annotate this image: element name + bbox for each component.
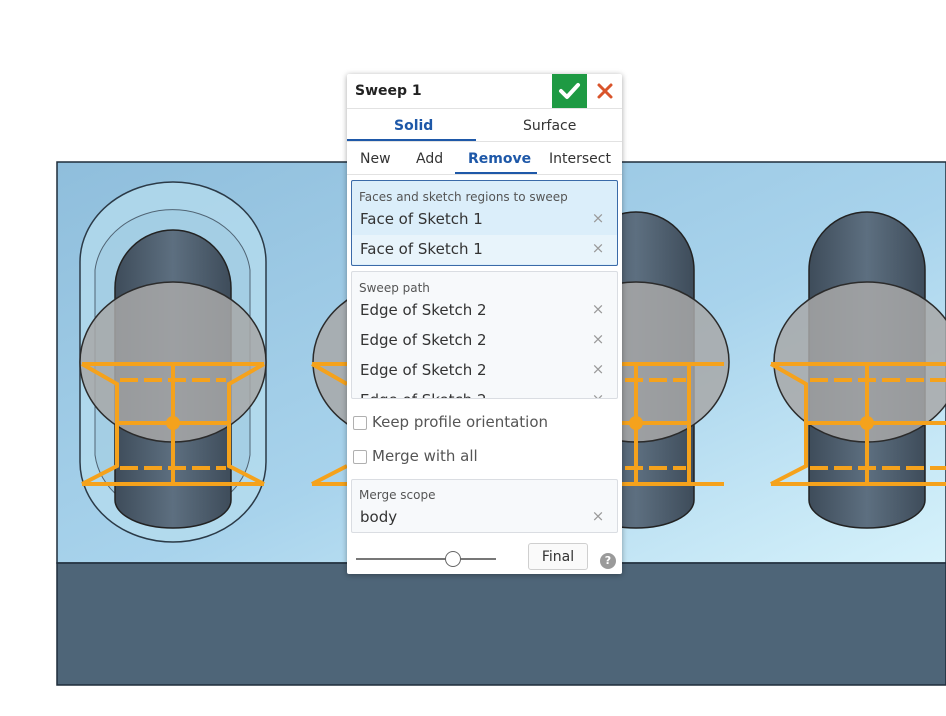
close-icon [597, 83, 613, 99]
tab-solid[interactable]: Solid [394, 118, 433, 134]
list-item[interactable]: Edge of Sketch 2 × [352, 386, 617, 398]
tab-new[interactable]: New [360, 151, 391, 167]
remove-icon[interactable]: × [588, 330, 608, 348]
tab-intersect[interactable]: Intersect [549, 151, 611, 167]
active-operation-underline [455, 172, 537, 174]
merge-with-all-checkbox[interactable] [353, 450, 367, 464]
keep-profile-orientation-checkbox[interactable] [353, 416, 367, 430]
check-icon [559, 83, 580, 99]
sweep-path-label: Sweep path [359, 281, 430, 295]
rollback-slider-track[interactable] [356, 558, 496, 560]
remove-icon[interactable]: × [588, 300, 608, 318]
profiles-label: Faces and sketch regions to sweep [359, 190, 568, 204]
active-tab-underline [347, 139, 476, 141]
merge-with-all-label: Merge with all [372, 447, 478, 465]
part-front-face[interactable] [56, 562, 946, 686]
body-type-tabs: Solid Surface [347, 109, 622, 142]
path-item-text: Edge of Sketch 2 [360, 361, 487, 379]
remove-icon[interactable]: × [588, 360, 608, 378]
list-item[interactable]: Face of Sketch 1 × [352, 205, 617, 234]
remove-icon[interactable]: × [588, 507, 608, 525]
list-item[interactable]: Edge of Sketch 2 × [352, 356, 617, 385]
accept-button[interactable] [552, 74, 587, 108]
tab-add[interactable]: Add [416, 151, 443, 167]
remove-icon[interactable]: × [588, 209, 608, 227]
list-item[interactable]: Edge of Sketch 2 × [352, 326, 617, 355]
profiles-selection-box[interactable]: Faces and sketch regions to sweep Face o… [351, 180, 618, 266]
list-item[interactable]: Edge of Sketch 2 × [352, 296, 617, 325]
path-item-text: Edge of Sketch 2 [360, 391, 487, 398]
tab-remove[interactable]: Remove [468, 151, 531, 167]
remove-icon[interactable]: × [588, 239, 608, 257]
list-item[interactable]: Face of Sketch 1 × [352, 235, 617, 264]
merge-scope-label: Merge scope [359, 488, 436, 502]
dialog-title: Sweep 1 [355, 83, 422, 99]
profile-item-text: Face of Sketch 1 [360, 210, 483, 228]
tab-surface[interactable]: Surface [523, 118, 576, 134]
sweep-path-selection-box[interactable]: Sweep path Edge of Sketch 2 × Edge of Sk… [351, 271, 618, 399]
list-item[interactable]: body × [352, 503, 617, 532]
cancel-button[interactable] [589, 74, 622, 108]
profile-item-text: Face of Sketch 1 [360, 240, 483, 258]
keep-profile-orientation-label: Keep profile orientation [372, 413, 549, 431]
sweep-dialog: Sweep 1 Solid Surface New Add Remove Int… [347, 74, 622, 574]
merge-scope-value: body [360, 508, 398, 526]
rollback-slider-thumb[interactable] [445, 551, 461, 567]
merge-scope-selection-box[interactable]: Merge scope body × [351, 479, 618, 533]
path-item-text: Edge of Sketch 2 [360, 331, 487, 349]
help-icon[interactable]: ? [600, 553, 616, 569]
final-button[interactable]: Final [528, 543, 588, 570]
operation-tabs: New Add Remove Intersect [347, 142, 622, 175]
dialog-header: Sweep 1 [347, 74, 622, 109]
remove-icon[interactable]: × [588, 390, 608, 398]
path-item-text: Edge of Sketch 2 [360, 301, 487, 319]
